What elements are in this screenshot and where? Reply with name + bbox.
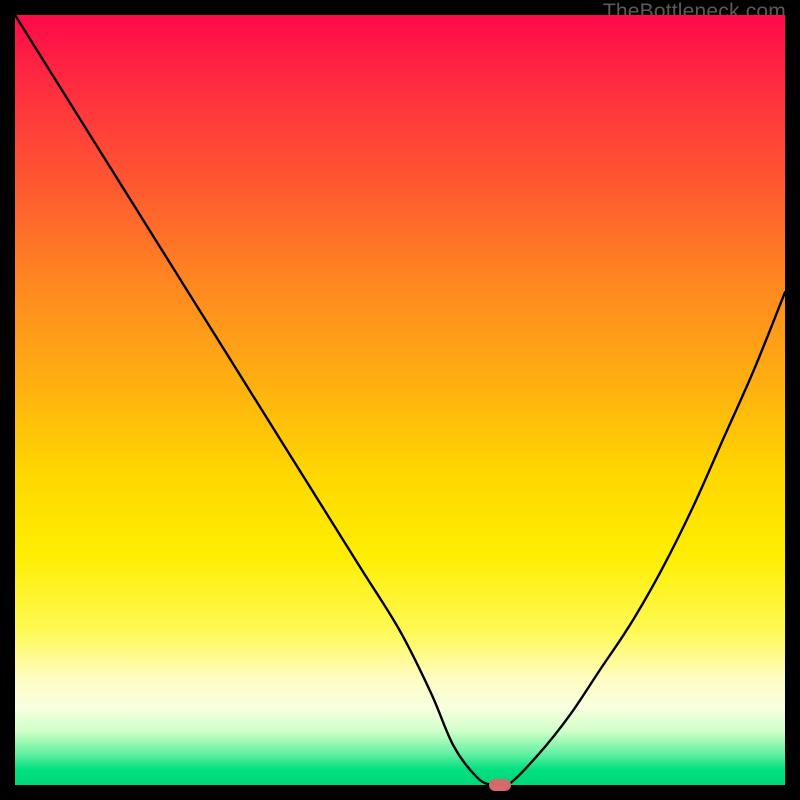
optimal-marker xyxy=(489,779,511,791)
curve-svg xyxy=(15,15,785,785)
plot-area xyxy=(15,15,785,785)
chart-container: TheBottleneck.com xyxy=(0,0,800,800)
bottleneck-curve-path xyxy=(15,15,785,785)
